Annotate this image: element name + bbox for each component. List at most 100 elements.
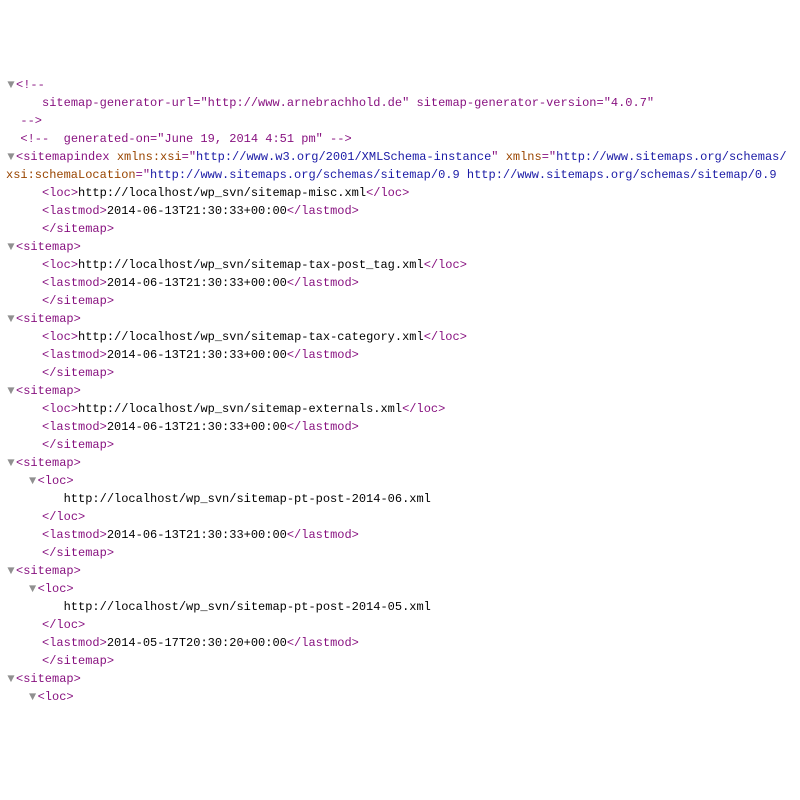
xml-token: </lastmod> bbox=[287, 348, 359, 362]
xml-line: <lastmod>2014-06-13T21:30:33+00:00</last… bbox=[6, 418, 794, 436]
xml-token: </loc> bbox=[424, 330, 467, 344]
xml-line: ▼<loc> bbox=[6, 472, 794, 490]
xml-line: <lastmod>2014-06-13T21:30:33+00:00</last… bbox=[6, 202, 794, 220]
xml-token: </loc> bbox=[42, 618, 85, 632]
xml-token: </lastmod> bbox=[287, 204, 359, 218]
xml-token: http://localhost/wp_svn/sitemap-tax-post… bbox=[78, 258, 424, 272]
xml-token: <sitemap> bbox=[16, 240, 81, 254]
xml-token: http://localhost/wp_svn/sitemap-pt-post-… bbox=[64, 600, 431, 614]
xml-token: 2014-06-13T21:30:33+00:00 bbox=[107, 348, 287, 362]
xml-token: 2014-06-13T21:30:33+00:00 bbox=[107, 528, 287, 542]
xml-token: </loc> bbox=[424, 258, 467, 272]
xml-line: ▼<sitemap> bbox=[6, 562, 794, 580]
xml-token: =" bbox=[542, 150, 556, 164]
xml-line: ▼<sitemap> bbox=[6, 382, 794, 400]
xml-token: </sitemap> bbox=[42, 366, 114, 380]
xml-token: <loc> bbox=[42, 258, 78, 272]
xml-token: =" bbox=[136, 168, 150, 182]
xml-line: </sitemap> bbox=[6, 436, 794, 454]
xml-token: <loc> bbox=[42, 186, 78, 200]
xml-token: 2014-06-13T21:30:33+00:00 bbox=[107, 420, 287, 434]
xml-token: <sitemap> bbox=[16, 384, 81, 398]
xml-line: http://localhost/wp_svn/sitemap-pt-post-… bbox=[6, 598, 794, 616]
xml-line: <loc>http://localhost/wp_svn/sitemap-ext… bbox=[6, 400, 794, 418]
xml-token: <lastmod> bbox=[42, 420, 107, 434]
xml-token: <lastmod> bbox=[42, 528, 107, 542]
expand-arrow-icon[interactable]: ▼ bbox=[6, 310, 16, 328]
xml-line: <lastmod>2014-06-13T21:30:33+00:00</last… bbox=[6, 346, 794, 364]
xml-token: 2014-06-13T21:30:33+00:00 bbox=[107, 276, 287, 290]
xml-token: <!-- generated-on="June 19, 2014 4:51 pm… bbox=[20, 132, 351, 146]
expand-arrow-icon[interactable]: ▼ bbox=[6, 238, 16, 256]
xml-line: <lastmod>2014-05-17T20:30:20+00:00</last… bbox=[6, 634, 794, 652]
xml-line: <!-- generated-on="June 19, 2014 4:51 pm… bbox=[6, 130, 794, 148]
expand-arrow-icon[interactable]: ▼ bbox=[6, 382, 16, 400]
xml-token: </lastmod> bbox=[287, 420, 359, 434]
xml-token: <!-- bbox=[16, 78, 45, 92]
xml-source-view: ▼<!-- sitemap-generator-url="http://www.… bbox=[6, 76, 794, 706]
expand-arrow-icon[interactable]: ▼ bbox=[28, 688, 38, 706]
expand-arrow-icon[interactable]: ▼ bbox=[6, 670, 16, 688]
xml-line: </loc> bbox=[6, 616, 794, 634]
xml-line: </loc> bbox=[6, 508, 794, 526]
xml-line: sitemap-generator-url="http://www.arnebr… bbox=[6, 94, 794, 112]
xml-line: <loc>http://localhost/wp_svn/sitemap-tax… bbox=[6, 328, 794, 346]
expand-arrow-icon[interactable]: ▼ bbox=[6, 562, 16, 580]
xml-line: </sitemap> bbox=[6, 364, 794, 382]
expand-arrow-icon[interactable]: ▼ bbox=[6, 148, 16, 166]
expand-arrow-icon[interactable]: ▼ bbox=[28, 472, 38, 490]
xml-line: ▼<sitemap> bbox=[6, 238, 794, 256]
xml-token: <sitemap> bbox=[16, 672, 81, 686]
xml-line: ▼<sitemap> bbox=[6, 454, 794, 472]
xml-token: 2014-06-13T21:30:33+00:00 bbox=[107, 204, 287, 218]
xml-token: </sitemap> bbox=[42, 294, 114, 308]
xml-token: </loc> bbox=[366, 186, 409, 200]
xml-token: </loc> bbox=[402, 402, 445, 416]
xml-line: ▼<sitemap> bbox=[6, 310, 794, 328]
xml-token: " bbox=[491, 150, 505, 164]
xml-token: </lastmod> bbox=[287, 636, 359, 650]
xml-line: </sitemap> bbox=[6, 292, 794, 310]
xml-token: <loc> bbox=[42, 330, 78, 344]
xml-line: --> bbox=[6, 112, 794, 130]
xml-line: xsi:schemaLocation="http://www.sitemaps.… bbox=[6, 166, 794, 184]
xml-token: </lastmod> bbox=[287, 276, 359, 290]
xml-line: ▼<loc> bbox=[6, 580, 794, 598]
xml-token: </sitemap> bbox=[42, 438, 114, 452]
xml-token: </sitemap> bbox=[42, 654, 114, 668]
xml-line: </sitemap> bbox=[6, 652, 794, 670]
xml-token: http://localhost/wp_svn/sitemap-external… bbox=[78, 402, 402, 416]
xml-token: <lastmod> bbox=[42, 204, 107, 218]
xml-token: <loc> bbox=[42, 402, 78, 416]
xml-token: http://www.w3.org/2001/XMLSchema-instanc… bbox=[196, 150, 491, 164]
xml-line: <lastmod>2014-06-13T21:30:33+00:00</last… bbox=[6, 526, 794, 544]
xml-token: <lastmod> bbox=[42, 636, 107, 650]
xml-token: <lastmod> bbox=[42, 348, 107, 362]
xml-line: ▼<sitemap> bbox=[6, 670, 794, 688]
xml-token: --> bbox=[20, 114, 42, 128]
xml-token: http://www.sitemaps.org/schemas/ bbox=[556, 150, 786, 164]
xml-line: ▼<sitemapindex xmlns:xsi="http://www.w3.… bbox=[6, 148, 794, 166]
expand-arrow-icon[interactable]: ▼ bbox=[6, 454, 16, 472]
xml-token: </sitemap> bbox=[42, 222, 114, 236]
expand-arrow-icon[interactable]: ▼ bbox=[28, 580, 38, 598]
xml-token: <sitemap> bbox=[16, 312, 81, 326]
xml-line: http://localhost/wp_svn/sitemap-pt-post-… bbox=[6, 490, 794, 508]
xml-token: http://www.sitemaps.org/schemas/sitemap/… bbox=[150, 168, 777, 182]
xml-token: http://localhost/wp_svn/sitemap-pt-post-… bbox=[64, 492, 431, 506]
xml-line: <loc>http://localhost/wp_svn/sitemap-tax… bbox=[6, 256, 794, 274]
expand-arrow-icon[interactable]: ▼ bbox=[6, 76, 16, 94]
xml-line: <loc>http://localhost/wp_svn/sitemap-mis… bbox=[6, 184, 794, 202]
xml-token: <lastmod> bbox=[42, 276, 107, 290]
xml-token: </lastmod> bbox=[287, 528, 359, 542]
xml-token: </sitemap> bbox=[42, 546, 114, 560]
xml-token: http://localhost/wp_svn/sitemap-misc.xml bbox=[78, 186, 366, 200]
xml-token: http://localhost/wp_svn/sitemap-tax-cate… bbox=[78, 330, 424, 344]
xml-token: xmlns:xsi bbox=[117, 150, 182, 164]
xml-token: <sitemap> bbox=[16, 564, 81, 578]
xml-token: <sitemap> bbox=[16, 456, 81, 470]
xml-token: 2014-05-17T20:30:20+00:00 bbox=[107, 636, 287, 650]
xml-line: </sitemap> bbox=[6, 220, 794, 238]
xml-token: <loc> bbox=[38, 690, 74, 704]
xml-token: sitemap-generator-url="http://www.arnebr… bbox=[42, 96, 654, 110]
